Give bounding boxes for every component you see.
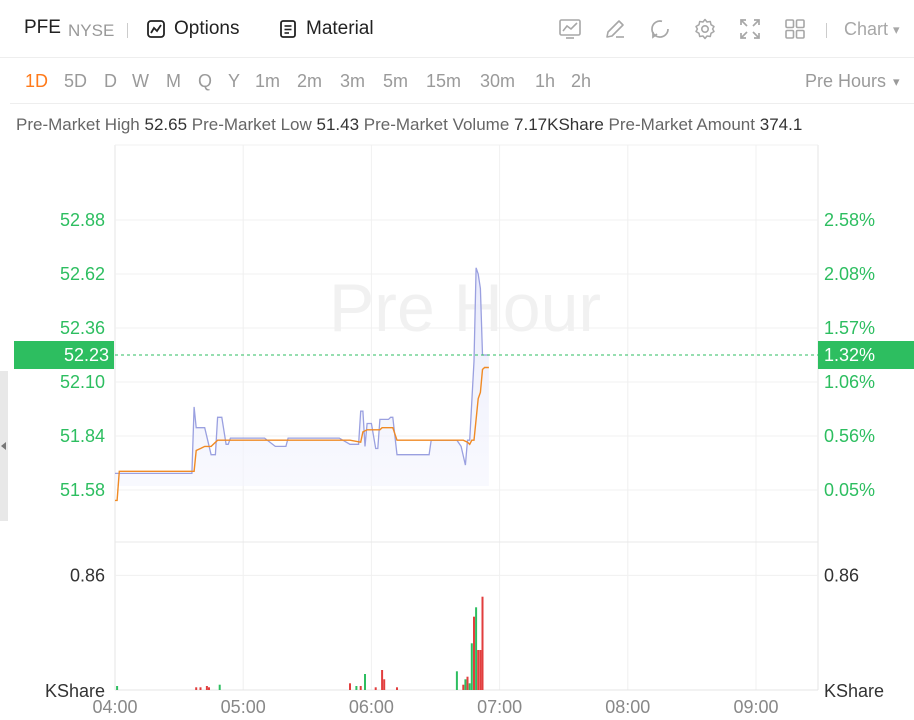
x-tick-label: 07:00 <box>477 697 522 717</box>
volume-bar <box>479 650 482 690</box>
x-tick-label: 05:00 <box>221 697 266 717</box>
volume-bar <box>466 676 469 690</box>
volume-bar <box>359 686 362 690</box>
volume-bar <box>475 607 478 690</box>
volume-tick-label: 0.86 <box>70 565 105 585</box>
volume-bar <box>349 683 351 690</box>
volume-bar <box>374 687 377 690</box>
volume-bar <box>364 674 366 690</box>
volume-bar <box>218 684 221 690</box>
percent-tick-label: 0.05% <box>824 480 875 500</box>
volume-bar <box>381 670 384 690</box>
intraday-chart[interactable]: Pre Hour 04:00 05:00 06:00 07:00 08:00 09:005… <box>0 0 914 720</box>
price-tick-label: 52.88 <box>60 210 105 230</box>
volume-bar <box>199 687 202 690</box>
volume-bar <box>208 687 210 690</box>
watermark-text: Pre Hour <box>329 270 601 346</box>
current-price-label: 52.23 <box>64 345 109 365</box>
volume-bar <box>455 671 458 690</box>
volume-bar <box>205 686 208 690</box>
volume-unit-label: KShare <box>45 681 105 701</box>
price-tick-label: 51.58 <box>60 480 105 500</box>
volume-bar <box>464 679 467 690</box>
volume-tick-label: 0.86 <box>824 565 859 585</box>
volume-bar <box>355 686 358 690</box>
x-tick-label: 08:00 <box>605 697 650 717</box>
percent-tick-label: 2.08% <box>824 264 875 284</box>
volume-bar <box>462 684 465 690</box>
volume-bar <box>477 650 480 690</box>
volume-bar <box>470 643 473 690</box>
volume-bar <box>473 616 475 690</box>
volume-unit-label: KShare <box>824 681 884 701</box>
volume-bar <box>468 683 471 690</box>
x-tick-label: 09:00 <box>733 697 778 717</box>
percent-tick-label: 2.58% <box>824 210 875 230</box>
price-tick-label: 52.62 <box>60 264 105 284</box>
percent-tick-label: 0.56% <box>824 426 875 446</box>
current-percent-label: 1.32% <box>824 345 875 365</box>
volume-bar <box>116 686 119 690</box>
price-tick-label: 52.10 <box>60 372 105 392</box>
percent-tick-label: 1.06% <box>824 372 875 392</box>
volume-bar <box>396 687 398 690</box>
price-tick-label: 51.84 <box>60 426 105 446</box>
volume-bar <box>195 687 198 690</box>
volume-bar <box>383 679 386 690</box>
x-tick-label: 06:00 <box>349 697 394 717</box>
price-tick-label: 52.36 <box>60 318 105 338</box>
percent-tick-label: 1.57% <box>824 318 875 338</box>
volume-bar <box>481 596 484 690</box>
